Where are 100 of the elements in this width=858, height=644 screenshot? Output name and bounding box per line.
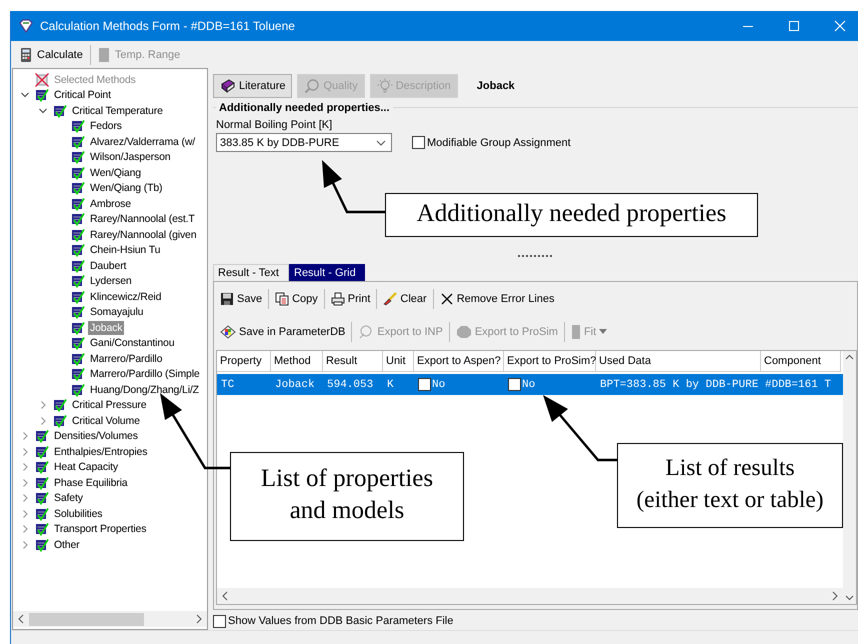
collapse-chevron-icon[interactable] <box>21 91 29 100</box>
bar-icon <box>98 46 110 62</box>
column-header[interactable]: Result <box>323 351 383 372</box>
checkbox[interactable] <box>213 614 226 628</box>
tree-item[interactable]: Safety <box>52 491 85 506</box>
column-header[interactable]: Method <box>271 351 323 372</box>
checked-table-icon <box>71 212 85 226</box>
x-icon <box>440 292 454 306</box>
literature-button[interactable]: Literature <box>213 74 292 98</box>
vertical-scrollbar[interactable] <box>843 351 856 604</box>
collapse-chevron-icon[interactable] <box>39 106 47 115</box>
checkbox-label: Modifiable Group Assignment <box>427 136 571 148</box>
checked-table-icon <box>35 444 49 459</box>
expand-chevron-icon[interactable] <box>21 478 29 487</box>
table-cell: BPT=383.85 K by DDB-PURE <box>600 378 758 390</box>
tree-item[interactable]: Wen/Qiang <box>88 166 143 180</box>
checked-table-icon <box>35 538 49 552</box>
checked-table-icon <box>35 522 49 536</box>
expand-chevron-icon[interactable] <box>21 448 29 456</box>
tree-item[interactable]: Enthalpies/Entropies <box>52 444 150 459</box>
column-header[interactable]: Export to Aspen? <box>414 351 504 372</box>
print-button[interactable]: Print <box>326 288 374 308</box>
column-header[interactable]: Export to ProSim? <box>504 351 596 372</box>
tree-item[interactable]: Somayajulu <box>88 305 146 320</box>
tree-item[interactable]: Daubert <box>88 258 128 273</box>
column-header[interactable]: Property <box>217 351 271 372</box>
maximize-icon[interactable] <box>788 20 800 32</box>
tree-item[interactable]: Wilson/Jasperson <box>88 150 172 164</box>
horizontal-scrollbar[interactable] <box>217 588 843 604</box>
tree-item[interactable]: Heat Capacity <box>52 460 120 474</box>
table-cell: K <box>387 378 394 390</box>
checked-table-icon <box>71 305 85 320</box>
checked-table-icon <box>53 414 67 428</box>
circle-icon <box>358 324 374 338</box>
tree-item[interactable]: Critical Volume <box>70 414 142 428</box>
tree-item[interactable]: Klincewicz/Reid <box>88 290 164 304</box>
checked-table-icon <box>71 166 85 180</box>
checked-table-icon <box>35 476 49 490</box>
tree-item[interactable]: Critical Temperature <box>70 104 165 118</box>
column-header[interactable]: Component <box>761 351 841 372</box>
checked-table-icon <box>71 134 85 149</box>
remove-button[interactable]: Remove Error Lines <box>436 288 559 308</box>
checkbox-label: Show Values from DDB Basic Parameters File <box>228 615 454 627</box>
splitter-grip[interactable] <box>518 255 552 259</box>
checked-table-icon <box>35 429 49 444</box>
tree-item[interactable]: Marrero/Pardillo (Simple <box>88 367 202 382</box>
tree-item[interactable]: Other <box>52 538 82 552</box>
expand-chevron-icon[interactable] <box>39 401 47 410</box>
octagon-icon <box>456 324 472 338</box>
field-label: Normal Boiling Point [K] <box>216 119 334 131</box>
tree-item[interactable]: Lydersen <box>88 274 134 288</box>
tree-item[interactable]: Solubilities <box>52 506 104 521</box>
tree-item[interactable]: Phase Equilibria <box>52 476 130 490</box>
tree-item[interactable]: Huang/Dong/Zhang/Li/Z <box>88 382 201 397</box>
tree-item[interactable]: Alvarez/Valderrama (w/ <box>88 134 198 149</box>
column-header[interactable]: Used Data <box>596 351 761 372</box>
save-db-button[interactable]: Save in ParameterDB <box>216 322 350 342</box>
boiling-point-dropdown[interactable]: 383.85 K by DDB-PURE <box>216 133 392 152</box>
column-header[interactable]: Unit <box>383 351 414 372</box>
tree-item[interactable]: Gani/Constantinou <box>88 336 176 350</box>
tree-item[interactable]: Ambrose <box>88 196 133 211</box>
expand-chevron-icon[interactable] <box>21 494 29 502</box>
checked-table-icon <box>71 290 85 304</box>
book-icon <box>220 78 236 94</box>
close-icon[interactable] <box>834 20 846 32</box>
tree-item[interactable]: Wen/Qiang (Tb) <box>88 181 164 196</box>
checked-table-icon <box>71 274 85 288</box>
checked-table-icon <box>53 398 67 412</box>
result-tab[interactable]: Result - Grid <box>289 264 365 281</box>
printer-icon <box>330 292 345 306</box>
toolbar-button[interactable]: Calculate <box>17 44 86 64</box>
tree-item[interactable]: Rarey/Nannoolal (est.T <box>88 212 197 226</box>
expand-chevron-icon[interactable] <box>21 525 29 534</box>
copy-button[interactable]: Copy <box>271 288 322 308</box>
tree-item[interactable]: Transport Properties <box>52 522 148 536</box>
checked-table-icon <box>35 460 49 474</box>
result-tab[interactable]: Result - Text <box>213 264 289 281</box>
expand-chevron-icon[interactable] <box>21 432 29 440</box>
checkbox[interactable] <box>412 136 425 149</box>
checkbox[interactable] <box>418 378 431 391</box>
light-bulb-icon <box>376 78 393 94</box>
checkbox[interactable] <box>508 378 521 391</box>
tree-item[interactable]: Densities/Volumes <box>52 429 140 444</box>
tree-item[interactable]: Rarey/Nannoolal (given <box>88 228 198 242</box>
tree-item[interactable]: Critical Pressure <box>70 398 148 412</box>
clear-button[interactable]: Clear <box>379 288 431 308</box>
save-button[interactable]: Save <box>216 288 266 308</box>
horizontal-scrollbar[interactable] <box>13 611 207 627</box>
tree-item[interactable]: Chein-Hsiun Tu <box>88 243 162 258</box>
expand-chevron-icon[interactable] <box>21 540 29 549</box>
tree-item[interactable]: Critical Point <box>52 88 113 102</box>
tree-item[interactable]: Fedors <box>88 119 124 134</box>
method-name: Joback <box>476 80 515 92</box>
result-row[interactable]: TC Joback 594.053 K No No BPT=383.85 K by DDB-PURE #DDB=161 T <box>217 374 843 395</box>
expand-chevron-icon[interactable] <box>39 416 47 425</box>
checked-table-icon <box>71 150 85 164</box>
tree-item[interactable]: Marrero/Pardillo <box>88 352 164 366</box>
expand-chevron-icon[interactable] <box>21 463 29 472</box>
checked-table-icon <box>71 382 85 397</box>
expand-chevron-icon[interactable] <box>21 510 29 518</box>
